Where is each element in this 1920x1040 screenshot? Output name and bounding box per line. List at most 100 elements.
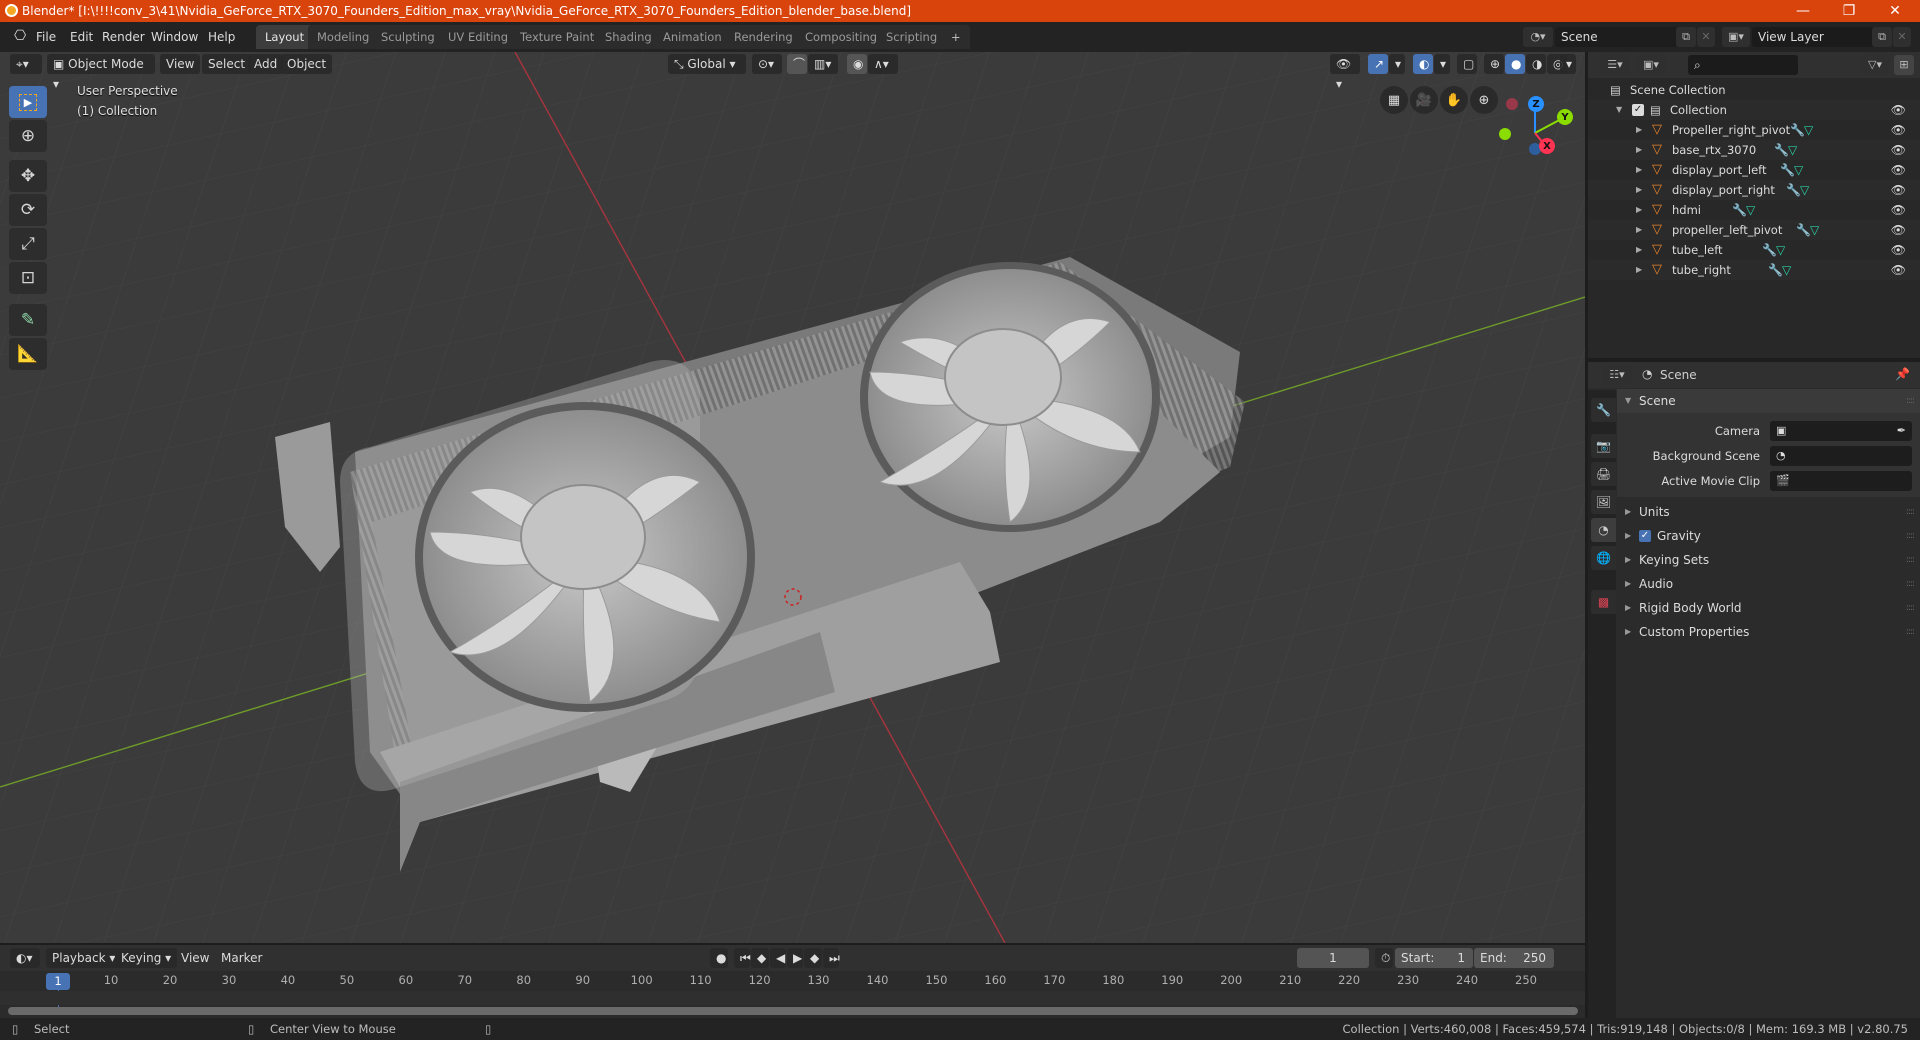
menu-file[interactable]: File	[30, 28, 62, 46]
tab-rendering[interactable]: Rendering	[725, 25, 802, 49]
transform-tool[interactable]: ⊡	[9, 262, 47, 294]
toggle-grid-view-button[interactable]: ▦	[1380, 86, 1408, 114]
mesh-data-icon[interactable]: ▽	[1746, 200, 1755, 220]
measure-tool[interactable]: 📐	[9, 338, 47, 370]
expand-arrow-icon[interactable]: ▶	[1636, 220, 1642, 240]
drag-grip-icon[interactable]: ::::	[1906, 620, 1915, 644]
section-gravity[interactable]: ▶ ✓ Gravity::::	[1617, 524, 1920, 548]
delete-scene-icon[interactable]: ✕	[1697, 27, 1715, 47]
gizmo-dropdown[interactable]: ▾	[1389, 54, 1405, 74]
eye-icon[interactable]: 👁	[1891, 220, 1906, 240]
expand-arrow-icon[interactable]: ▶	[1636, 120, 1642, 140]
gizmo-x-axis[interactable]: X	[1539, 138, 1555, 154]
active-movie-clip-field[interactable]: 🎬	[1770, 471, 1912, 491]
add-menu[interactable]: Add	[248, 54, 284, 74]
timeline-track-area[interactable]	[0, 991, 1585, 1005]
proportional-edit-toggle[interactable]: ◉	[847, 54, 867, 74]
collapse-arrow-icon[interactable]: ▼	[1616, 100, 1622, 120]
gizmo-y-axis[interactable]: Y	[1557, 109, 1573, 125]
background-scene-field[interactable]: ◔	[1770, 446, 1912, 466]
playback-menu[interactable]: Playback ▾	[46, 948, 122, 968]
current-frame-field[interactable]: 1	[1297, 948, 1369, 968]
marker-menu[interactable]: Marker	[215, 948, 268, 968]
menu-edit[interactable]: Edit	[64, 28, 99, 46]
drag-grip-icon[interactable]: ::::	[1906, 389, 1915, 413]
prev-keyframe-button[interactable]: ◆	[751, 948, 769, 968]
record-button[interactable]: ●	[710, 948, 728, 968]
view-layer-browse-icon[interactable]: ▣▾	[1722, 27, 1750, 47]
section-units[interactable]: ▶ Units::::	[1617, 500, 1920, 524]
3d-viewport[interactable]	[0, 52, 1585, 943]
drag-grip-icon[interactable]: ::::	[1906, 596, 1915, 620]
move-tool[interactable]: ✥	[9, 160, 47, 192]
next-keyframe-button[interactable]: ◆	[804, 948, 822, 968]
expand-arrow-icon[interactable]: ▶	[1636, 180, 1642, 200]
gizmo-neg-y[interactable]	[1499, 128, 1511, 140]
tab-compositing[interactable]: Compositing	[796, 25, 887, 49]
shading-wireframe-button[interactable]: ⊕	[1484, 54, 1504, 74]
drag-grip-icon[interactable]: ::::	[1906, 548, 1915, 572]
overlay-toggle[interactable]: ◐	[1413, 54, 1433, 74]
mode-dropdown[interactable]: ▣ Object Mode ▾	[47, 54, 155, 91]
section-rigid-body-world[interactable]: ▶ Rigid Body World::::	[1617, 596, 1920, 620]
collection-checkbox[interactable]: ✓	[1632, 104, 1644, 116]
pivot-point-dropdown[interactable]: ⊙▾	[752, 54, 782, 74]
eye-icon[interactable]: 👁	[1891, 160, 1906, 180]
xray-toggle[interactable]: ▢	[1457, 54, 1477, 74]
shading-dropdown[interactable]: ▾	[1560, 54, 1576, 74]
view-layer-name-field[interactable]: View Layer	[1752, 27, 1879, 47]
cursor-tool[interactable]: ⊕	[9, 120, 47, 152]
mesh-data-icon[interactable]: ▽	[1788, 140, 1797, 160]
delete-view-layer-icon[interactable]: ✕	[1893, 27, 1911, 47]
outliner-object-row[interactable]: ▶ ▽ base_rtx_3070 🔧 ▽ 👁	[1588, 140, 1920, 160]
snap-target-dropdown[interactable]: ▥▾	[808, 54, 838, 74]
outliner-object-row[interactable]: ▶ ▽ tube_left 🔧 ▽ 👁	[1588, 240, 1920, 260]
rotate-tool[interactable]: ⟳	[9, 194, 47, 226]
mesh-data-icon[interactable]: ▽	[1810, 220, 1819, 240]
section-keying-sets[interactable]: ▶ Keying Sets::::	[1617, 548, 1920, 572]
outliner-search-input[interactable]: ⌕	[1688, 55, 1798, 75]
new-view-layer-icon[interactable]: ⧉	[1872, 27, 1892, 47]
new-collection-button[interactable]: ⊞	[1894, 55, 1914, 75]
tab-sculpting[interactable]: Sculpting	[372, 25, 444, 49]
add-workspace-button[interactable]: +	[942, 25, 970, 49]
expand-arrow-icon[interactable]: ▶	[1636, 160, 1642, 180]
gizmo-neg-x[interactable]	[1506, 98, 1518, 110]
gravity-checkbox[interactable]: ✓	[1639, 530, 1651, 542]
filter-dropdown[interactable]: ▽▾	[1860, 55, 1890, 75]
eye-icon[interactable]: 👁	[1891, 180, 1906, 200]
modifier-wrench-icon[interactable]: 🔧	[1786, 180, 1801, 200]
timeline-view-menu[interactable]: View	[175, 948, 215, 968]
scale-tool[interactable]: ⤢	[9, 228, 47, 260]
tab-world[interactable]: 🌐	[1591, 546, 1616, 570]
gizmo-z-axis[interactable]: Z	[1528, 96, 1544, 112]
jump-start-button[interactable]: ⏮	[734, 948, 751, 968]
new-scene-icon[interactable]: ⧉	[1676, 27, 1696, 47]
select-box-tool[interactable]: ▶	[9, 86, 47, 118]
minimize-button[interactable]: —	[1780, 0, 1826, 22]
outliner-object-row[interactable]: ▶ ▽ propeller_left_pivot 🔧 ▽ 👁	[1588, 220, 1920, 240]
display-mode-dropdown[interactable]: ▣▾	[1636, 55, 1666, 75]
tab-texture-paint[interactable]: Texture Paint	[511, 25, 604, 49]
start-frame-field[interactable]: Start: 1	[1395, 948, 1473, 968]
scene-browse-icon[interactable]: ◔▾	[1523, 27, 1553, 47]
drag-grip-icon[interactable]: ::::	[1906, 572, 1915, 596]
menu-render[interactable]: Render	[96, 28, 151, 46]
eye-icon[interactable]: 👁	[1891, 100, 1906, 120]
tab-animation[interactable]: Animation	[654, 25, 731, 49]
modifier-wrench-icon[interactable]: 🔧	[1768, 260, 1783, 280]
outliner-object-row[interactable]: ▶ ▽ Propeller_right_pivot 🔧 ▽ 👁	[1588, 120, 1920, 140]
expand-arrow-icon[interactable]: ▶	[1636, 240, 1642, 260]
tab-texture[interactable]: ▩	[1591, 590, 1616, 614]
menu-help[interactable]: Help	[202, 28, 241, 46]
tab-output[interactable]: 🖨	[1591, 462, 1616, 486]
tab-tool[interactable]: 🔧	[1591, 398, 1616, 422]
shading-material-button[interactable]: ◑	[1526, 54, 1546, 74]
eye-icon[interactable]: 👁	[1891, 200, 1906, 220]
expand-arrow-icon[interactable]: ▶	[1636, 260, 1642, 280]
modifier-wrench-icon[interactable]: 🔧	[1796, 220, 1811, 240]
object-menu[interactable]: Object	[281, 54, 333, 74]
mesh-data-icon[interactable]: ▽	[1782, 260, 1791, 280]
section-audio[interactable]: ▶ Audio::::	[1617, 572, 1920, 596]
end-frame-field[interactable]: End: 250	[1474, 948, 1554, 968]
